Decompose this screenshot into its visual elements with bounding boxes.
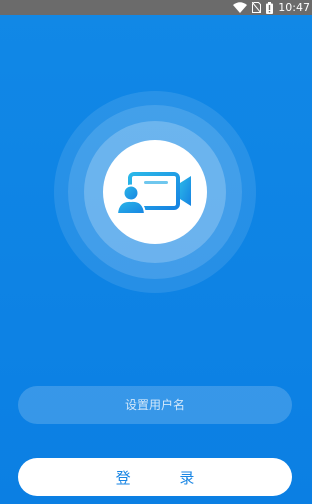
app-logo (103, 140, 207, 244)
status-time: 10:47 (278, 1, 310, 14)
login-button[interactable]: 登 录 (18, 458, 292, 496)
no-sim-icon (252, 2, 262, 13)
login-screen: 10:47 登 录 (0, 0, 312, 504)
status-bar: 10:47 (0, 0, 312, 15)
video-call-icon (115, 172, 191, 215)
battery-icon (266, 1, 274, 14)
username-input[interactable] (18, 386, 292, 424)
wifi-icon (233, 2, 248, 13)
status-icons: 10:47 (233, 0, 310, 15)
